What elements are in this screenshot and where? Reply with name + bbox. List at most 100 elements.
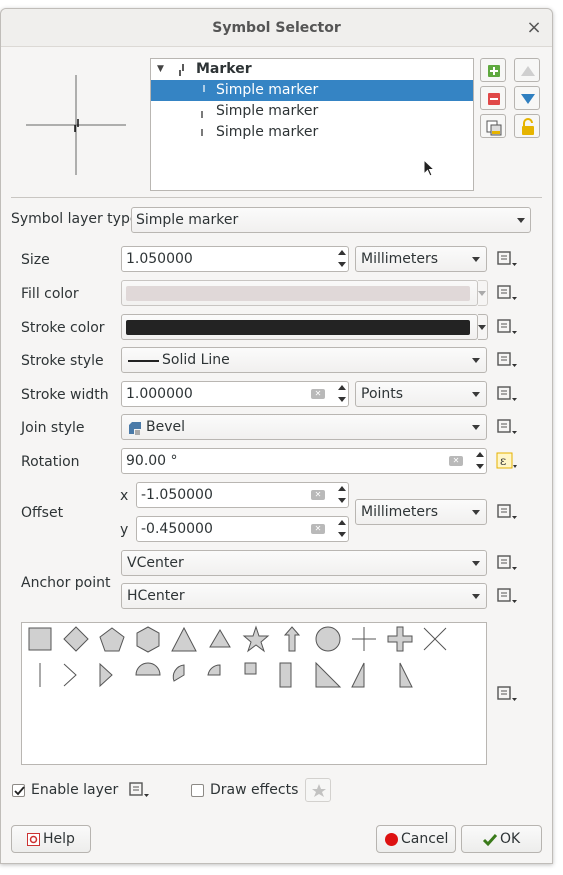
help-lifebuoy-icon [27, 833, 40, 846]
clear-icon[interactable]: ✕ [311, 389, 325, 399]
move-down-button[interactable] [514, 86, 540, 110]
stroke-width-data-defined-override-button[interactable] [495, 384, 519, 404]
checkmark-icon [14, 786, 25, 796]
shape-data-defined-override-button[interactable] [495, 684, 519, 704]
rotation-value: 90.00 ° [126, 453, 178, 469]
shape-arrowhead-icon [63, 663, 77, 687]
symbol-layer-type-combo[interactable]: Simple marker [131, 207, 531, 233]
stroke-width-unit-value: Points [361, 386, 404, 402]
help-button[interactable]: Help [11, 825, 91, 853]
size-data-defined-override-button[interactable] [495, 249, 519, 269]
draw-effects-label: Draw effects [210, 782, 299, 798]
offset-unit-value: Millimeters [361, 504, 439, 520]
title-bar: Symbol Selector × [1, 9, 552, 47]
remove-layer-button[interactable] [480, 86, 506, 110]
preview-crosshair [26, 75, 126, 175]
shape-triangle-icon [171, 626, 197, 652]
stroke-color-button[interactable] [121, 314, 478, 340]
ok-checkmark-icon [482, 834, 498, 847]
help-button-label: Help [43, 831, 75, 847]
offset-x-input[interactable]: -1.050000 ✕ [136, 482, 349, 508]
draw-effects-checkbox[interactable] [191, 784, 204, 797]
offset-y-input[interactable]: -0.450000 ✕ [136, 516, 349, 542]
shape-pentagon-icon [99, 627, 125, 652]
stroke-width-input[interactable]: 1.000000 ✕ [121, 381, 349, 407]
chevron-down-icon [472, 594, 480, 599]
tree-item-simple-marker-2[interactable]: Simple marker [151, 101, 473, 122]
enable-layer-checkbox[interactable] [12, 784, 25, 797]
add-layer-button[interactable] [480, 58, 506, 82]
offset-unit-combo[interactable]: Millimeters [355, 499, 487, 525]
shape-arrow-icon [283, 626, 301, 652]
lock-layer-button[interactable] [514, 114, 540, 138]
size-spinner[interactable] [335, 246, 349, 272]
size-value: 1.050000 [126, 251, 193, 267]
anchor-horizontal-combo[interactable]: HCenter [121, 583, 487, 609]
offset-y-spinner[interactable] [335, 516, 349, 542]
remove-layer-icon [488, 93, 500, 105]
size-unit-combo[interactable]: Millimeters [355, 246, 487, 272]
shape-grid [28, 625, 447, 688]
data-defined-icon [497, 386, 517, 401]
stroke-style-label: Stroke style [21, 353, 104, 369]
stroke-width-spinner[interactable] [335, 381, 349, 407]
shape-equilateral-triangle-icon [209, 629, 231, 648]
chevron-down-icon [478, 325, 486, 330]
offset-x-label: x [120, 488, 129, 504]
stroke-width-unit-combo[interactable]: Points [355, 381, 487, 407]
anchor-horizontal-data-defined-override-button[interactable] [495, 586, 519, 606]
size-input[interactable]: 1.050000 [121, 246, 349, 272]
close-button[interactable]: × [521, 15, 547, 41]
rotation-label: Rotation [21, 454, 80, 470]
shape-semi-circle-icon [135, 662, 161, 676]
clear-icon[interactable]: ✕ [311, 524, 325, 534]
chevron-down-icon [472, 561, 480, 566]
simple-marker-icon [201, 111, 203, 118]
rotation-data-defined-override-button[interactable]: ε [495, 451, 519, 471]
join-style-data-defined-override-button[interactable] [495, 417, 519, 437]
anchor-vertical-combo[interactable]: VCenter [121, 550, 487, 576]
tree-item-simple-marker-3[interactable]: Simple marker [151, 122, 473, 143]
move-up-button[interactable] [514, 58, 540, 82]
tree-root-row[interactable]: ▼ Marker [151, 59, 473, 80]
marker-shape-gallery[interactable] [21, 622, 487, 765]
shape-diamond-icon [63, 626, 89, 652]
data-defined-icon [497, 419, 517, 434]
shape-star-icon [242, 625, 270, 653]
stroke-style-combo[interactable]: Solid Line [121, 347, 487, 373]
duplicate-layer-button[interactable] [480, 114, 506, 138]
anchor-vertical-value: VCenter [127, 555, 184, 571]
solid-line-icon [128, 360, 159, 362]
offset-data-defined-override-button[interactable] [495, 502, 519, 522]
tree-item-simple-marker-1[interactable]: Simple marker [151, 80, 473, 101]
stroke-style-data-defined-override-button[interactable] [495, 350, 519, 370]
symbol-selector-dialog: Symbol Selector × ▼ Marker Simple marker [0, 8, 553, 864]
stroke-width-label: Stroke width [21, 387, 109, 403]
fill-color-button[interactable] [121, 280, 478, 306]
rotation-input[interactable]: 90.00 ° ✕ [121, 448, 487, 474]
chevron-down-icon [478, 291, 486, 296]
cancel-icon [385, 833, 398, 846]
effects-star-icon [312, 784, 326, 797]
fill-color-data-defined-override-button[interactable] [495, 283, 519, 303]
offset-x-spinner[interactable] [335, 482, 349, 508]
duplicate-layer-icon [486, 120, 502, 136]
shape-cross-fill-icon [387, 626, 413, 652]
data-defined-icon [497, 504, 517, 519]
anchor-vertical-data-defined-override-button[interactable] [495, 553, 519, 573]
offset-y-label: y [120, 522, 129, 538]
stroke-color-menu-button[interactable] [478, 314, 488, 340]
ok-button[interactable]: OK [461, 825, 542, 853]
join-style-combo[interactable]: Bevel [121, 414, 487, 440]
shape-diagonal-half-square-icon [315, 661, 342, 688]
collapse-arrow-icon[interactable]: ▼ [157, 59, 164, 80]
stroke-style-value: Solid Line [162, 352, 230, 368]
effects-settings-button[interactable] [305, 778, 331, 802]
clear-icon[interactable]: ✕ [311, 490, 325, 500]
cancel-button[interactable]: Cancel [376, 825, 456, 853]
stroke-color-data-defined-override-button[interactable] [495, 317, 519, 337]
fill-color-menu-button[interactable] [478, 280, 488, 306]
enable-layer-data-defined-override-button[interactable] [127, 780, 151, 800]
rotation-spinner[interactable] [473, 448, 487, 474]
clear-icon[interactable]: ✕ [449, 456, 463, 466]
